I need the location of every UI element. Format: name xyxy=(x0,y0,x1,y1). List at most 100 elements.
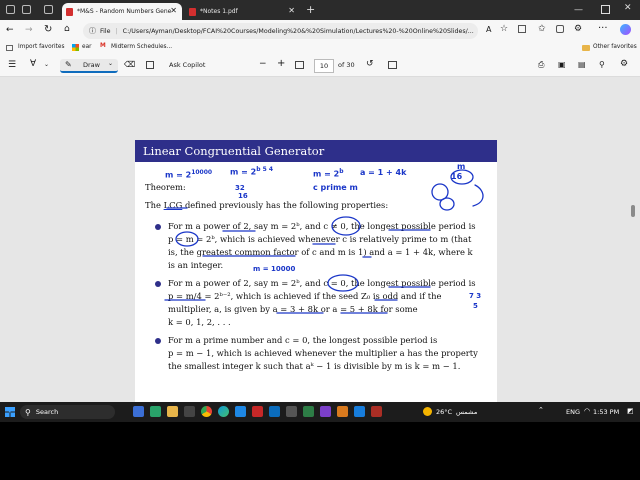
pdf-toolbar: ☰ ∀ ⌄ ✎ Draw ⌄ ⌫ Ask Copilot − + 10 of 3… xyxy=(0,56,640,77)
midterm-link[interactable]: Midterm Schedules... xyxy=(111,44,172,50)
page-total: of 30 xyxy=(338,61,355,69)
ear-link[interactable]: ear xyxy=(82,44,92,50)
back-icon[interactable]: ← xyxy=(6,25,14,35)
zoom-out-button[interactable]: − xyxy=(259,59,267,69)
highlight-icon[interactable]: ∀ xyxy=(30,59,36,69)
page-number-input[interactable]: 10 xyxy=(314,59,334,73)
app-icon-2[interactable] xyxy=(150,406,161,417)
favorites-icon[interactable]: ✩ xyxy=(538,24,546,34)
clock[interactable]: 1:53 PM xyxy=(593,408,619,416)
ink-arrow xyxy=(472,184,484,207)
url-divider: | xyxy=(115,27,118,35)
contents-icon[interactable]: ☰ xyxy=(8,60,16,70)
ear-favicon xyxy=(72,44,79,51)
search-box[interactable]: ⚲ Search xyxy=(20,405,115,419)
read-aloud-icon[interactable]: A xyxy=(486,25,491,34)
pdf-icon xyxy=(66,7,73,16)
scrollbar[interactable] xyxy=(631,205,635,217)
vertical-tabs-icon[interactable] xyxy=(44,5,53,14)
rotate-icon[interactable]: ↺ xyxy=(366,59,374,69)
ink-circle-m xyxy=(175,231,199,247)
pin-icon[interactable]: ⚲ xyxy=(599,60,605,69)
home-icon[interactable]: ⌂ xyxy=(64,24,70,34)
ink-circle-right-2 xyxy=(439,197,455,211)
app-icon-10[interactable] xyxy=(286,406,297,417)
app-icon-13[interactable] xyxy=(337,406,348,417)
chevron-down-icon: ⌄ xyxy=(108,60,114,67)
tab-notes[interactable]: *Notes 1.pdf ✕ xyxy=(185,3,300,20)
chevron-up-icon[interactable]: ⌃ xyxy=(538,406,544,414)
other-favorites-link[interactable]: Other favorites xyxy=(593,44,637,50)
ink-circle-16 xyxy=(450,169,474,185)
tab-actions-icon[interactable] xyxy=(22,5,31,14)
app-icon-12[interactable] xyxy=(320,406,331,417)
ink-circle-c-eq-0 xyxy=(327,274,359,292)
tab-label: *M&S - Random Numbers Gene xyxy=(77,8,172,15)
taskbar: ⚲ Search 26°C مشمس ⌃ ENG ◠ 1:53 PM ◩ xyxy=(0,402,640,422)
app-icon-15[interactable] xyxy=(371,406,382,417)
ink-strokes xyxy=(164,169,484,314)
chevron-down-icon[interactable]: ⌄ xyxy=(44,61,49,68)
tab-mns[interactable]: *M&S - Random Numbers Gene ✕ xyxy=(62,3,182,20)
favorites-bar: Import favorites ear M Midterm Schedules… xyxy=(0,42,640,57)
collections-icon[interactable] xyxy=(556,25,564,33)
app-icon-4[interactable] xyxy=(184,406,195,417)
tab-strip: *M&S - Random Numbers Gene ✕ *Notes 1.pd… xyxy=(0,0,640,20)
two-page-icon[interactable] xyxy=(388,61,397,69)
app-icon-9[interactable] xyxy=(269,406,280,417)
draw-button[interactable]: ✎ Draw ⌄ xyxy=(60,59,118,73)
minimize-icon[interactable]: — xyxy=(574,5,583,15)
notification-icon[interactable]: ◩ xyxy=(627,407,634,415)
chrome-icon[interactable] xyxy=(201,406,212,417)
close-icon[interactable]: ✕ xyxy=(288,6,295,15)
file-label: File xyxy=(100,27,111,35)
url-text: C:/Users/Ayman/Desktop/FCAI%20Courses/Mo… xyxy=(122,27,474,35)
tab-label: *Notes 1.pdf xyxy=(200,8,238,15)
mail-icon[interactable] xyxy=(235,406,246,417)
address-field[interactable]: ⓘ File | C:/Users/Ayman/Desktop/FCAI%20C… xyxy=(83,23,478,39)
windows-start-icon[interactable] xyxy=(5,407,15,417)
fit-page-icon[interactable] xyxy=(295,61,304,69)
more-icon[interactable]: ··· xyxy=(598,23,608,34)
close-icon[interactable]: ✕ xyxy=(170,6,177,15)
edge-icon[interactable] xyxy=(218,406,229,417)
info-icon: ⓘ xyxy=(89,27,96,35)
import-favorites-link[interactable]: Import favorites xyxy=(18,44,65,50)
print-icon[interactable]: ⎙ xyxy=(538,60,544,70)
pdf-icon xyxy=(189,7,196,16)
folder-icon xyxy=(582,45,590,51)
page-view-icon[interactable] xyxy=(146,61,154,69)
draw-label: Draw xyxy=(83,61,100,69)
app-icon-14[interactable] xyxy=(354,406,365,417)
zoom-in-button[interactable]: + xyxy=(277,58,285,69)
extensions-icon[interactable]: ⚙ xyxy=(574,24,582,34)
window-menu-icon[interactable] xyxy=(6,5,15,14)
app-icon-11[interactable] xyxy=(303,406,314,417)
pdf-app-icon[interactable] xyxy=(252,406,263,417)
app-icon-1[interactable] xyxy=(133,406,144,417)
save-icon[interactable]: ▣ xyxy=(558,60,566,69)
weather-sun-icon xyxy=(423,407,432,416)
file-explorer-icon[interactable] xyxy=(167,406,178,417)
eraser-icon[interactable]: ⌫ xyxy=(124,60,135,69)
refresh-icon[interactable]: ↻ xyxy=(44,24,52,35)
close-window-icon[interactable]: ✕ xyxy=(624,3,632,13)
favorite-star-icon[interactable]: ☆ xyxy=(500,24,508,34)
slide-page: Linear Congruential Generator Theorem: T… xyxy=(135,140,497,402)
ask-copilot-button[interactable]: Ask Copilot xyxy=(169,61,205,69)
forward-icon[interactable]: → xyxy=(25,25,33,35)
address-bar-row: ← → ↻ ⌂ ⓘ File | C:/Users/Ayman/Desktop/… xyxy=(0,20,640,42)
search-icon: ⚲ xyxy=(25,407,31,417)
weather-temp[interactable]: 26°C xyxy=(436,408,452,416)
search-label: Search xyxy=(35,408,59,416)
maximize-icon[interactable] xyxy=(601,5,610,14)
language-indicator[interactable]: ENG xyxy=(566,408,580,416)
split-screen-icon[interactable] xyxy=(518,25,526,33)
weather-desc: مشمس xyxy=(456,408,478,416)
import-icon xyxy=(6,45,13,51)
settings-icon[interactable]: ⚙ xyxy=(620,59,628,69)
save-as-icon[interactable]: ▤ xyxy=(578,60,586,69)
copilot-icon[interactable] xyxy=(620,24,631,35)
new-tab-button[interactable]: + xyxy=(306,3,315,16)
wifi-icon[interactable]: ◠ xyxy=(584,407,590,415)
